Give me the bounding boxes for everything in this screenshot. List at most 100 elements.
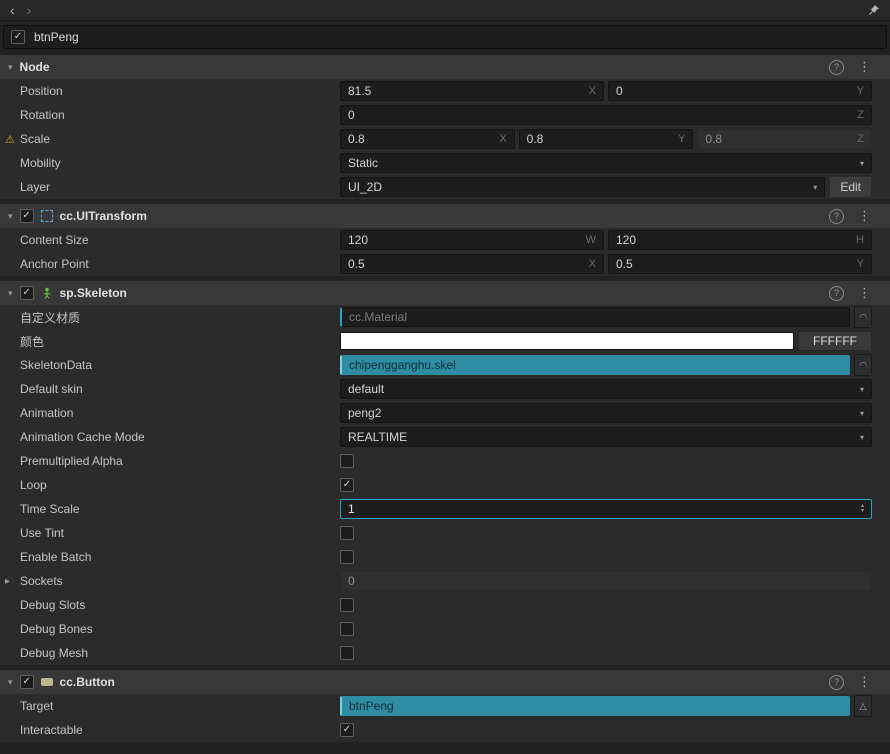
debug-slots-checkbox[interactable]	[340, 598, 354, 612]
debug-mesh-label: Debug Mesh	[20, 646, 89, 660]
property-row-animation: Animation peng2 ▾	[0, 401, 890, 425]
uitransform-enabled-checkbox[interactable]: ✓	[19, 209, 34, 223]
chevron-down-icon: ▾	[813, 182, 818, 192]
uitransform-section: ▾ ✓ cc.UITransform ? ⋮ Content Size 120 …	[0, 204, 890, 276]
premultiplied-alpha-checkbox[interactable]	[340, 454, 354, 468]
stepper-down-icon[interactable]: ▾	[861, 508, 864, 514]
asset-picker-icon[interactable]: ◠	[854, 306, 872, 328]
button-enabled-checkbox[interactable]: ✓	[19, 675, 34, 689]
animation-label: Animation	[20, 406, 74, 420]
asset-picker-icon[interactable]: ◠	[854, 354, 872, 376]
rotation-label: Rotation	[20, 108, 65, 122]
debug-mesh-checkbox[interactable]	[340, 646, 354, 660]
target-node-field[interactable]: btnPeng	[340, 696, 850, 716]
scale-x-input[interactable]: 0.8 X	[340, 129, 515, 149]
property-row-interactable: Interactable ✓	[0, 718, 890, 742]
property-row-enable-batch: Enable Batch	[0, 545, 890, 569]
cache-mode-select[interactable]: REALTIME ▾	[340, 427, 872, 447]
position-x-input[interactable]: 81.5 X	[340, 81, 604, 101]
chevron-down-icon[interactable]: ▾	[8, 288, 13, 299]
menu-dots-icon[interactable]: ⋮	[858, 208, 871, 224]
layer-select[interactable]: UI_2D ▾	[340, 177, 826, 197]
color-swatch[interactable]	[340, 332, 794, 350]
node-picker-icon[interactable]: △	[854, 695, 872, 717]
enable-batch-checkbox[interactable]	[340, 550, 354, 564]
rotation-z-input[interactable]: 0 Z	[340, 105, 872, 125]
property-row-debug-bones: Debug Bones	[0, 617, 890, 641]
section-title-uitransform: cc.UITransform	[59, 209, 147, 223]
debug-slots-label: Debug Slots	[20, 598, 86, 612]
content-size-h-input[interactable]: 120 H	[608, 230, 872, 250]
anchor-x-input[interactable]: 0.5 X	[340, 254, 604, 274]
node-section-header[interactable]: ▾ Node ? ⋮	[0, 55, 890, 79]
property-row-position: Position 81.5 X 0 Y	[0, 79, 890, 103]
help-icon[interactable]: ?	[829, 674, 844, 690]
loop-label: Loop	[20, 478, 47, 492]
color-hex-value[interactable]: FFFFFF	[798, 331, 872, 351]
axis-z-label: Z	[857, 133, 865, 145]
forward-icon[interactable]: ›	[27, 1, 32, 19]
button-section-header[interactable]: ▾ ✓ cc.Button ? ⋮	[0, 670, 890, 694]
axis-x-label: X	[588, 85, 596, 97]
chevron-down-icon[interactable]: ▾	[8, 677, 13, 688]
debug-bones-label: Debug Bones	[20, 622, 93, 636]
chevron-down-icon[interactable]: ▾	[8, 211, 13, 222]
scale-z-input[interactable]: 0.8 Z	[697, 129, 873, 149]
animation-select[interactable]: peng2 ▾	[340, 403, 872, 423]
skeleton-section-header[interactable]: ▾ ✓ sp.Skeleton ? ⋮	[0, 281, 890, 305]
scale-label: ⚠ Scale	[5, 132, 51, 146]
node-section: ▾ Node ? ⋮ Position 81.5 X 0 Y Rotation …	[0, 55, 890, 199]
chevron-down-icon: ▾	[859, 384, 864, 394]
interactable-checkbox[interactable]: ✓	[340, 723, 354, 737]
node-name-input[interactable]: btnPeng	[34, 30, 879, 44]
interactable-label: Interactable	[20, 723, 83, 737]
loop-checkbox[interactable]: ✓	[340, 478, 354, 492]
menu-dots-icon[interactable]: ⋮	[858, 285, 871, 301]
position-label: Position	[20, 84, 63, 98]
help-icon[interactable]: ?	[829, 59, 844, 75]
skeleton-data-field[interactable]: chipengganghu.skel	[340, 355, 850, 375]
help-icon[interactable]: ?	[829, 285, 844, 301]
uitransform-section-header[interactable]: ▾ ✓ cc.UITransform ? ⋮	[0, 204, 890, 228]
chevron-down-icon[interactable]: ▾	[8, 62, 13, 73]
axis-w-label: W	[585, 234, 596, 246]
sockets-count-input[interactable]: 0	[340, 571, 872, 591]
property-row-cache-mode: Animation Cache Mode REALTIME ▾	[0, 425, 890, 449]
default-skin-select[interactable]: default ▾	[340, 379, 872, 399]
position-y-input[interactable]: 0 Y	[608, 81, 872, 101]
chevron-right-icon[interactable]: ▸	[5, 576, 20, 587]
number-stepper[interactable]: ▴ ▾	[861, 503, 864, 514]
property-row-layer: Layer UI_2D ▾ Edit	[0, 175, 890, 199]
property-row-premultiplied-alpha: Premultiplied Alpha	[0, 449, 890, 473]
node-active-checkbox[interactable]: ✓	[11, 30, 25, 44]
axis-y-label: Y	[678, 133, 686, 145]
axis-y-label: Y	[856, 258, 864, 270]
property-row-target: Target btnPeng △	[0, 694, 890, 718]
pin-icon[interactable]	[868, 4, 880, 16]
property-row-color: 颜色 FFFFFF	[0, 329, 890, 353]
color-label: 颜色	[20, 334, 45, 349]
sockets-label[interactable]: ▸ Sockets	[0, 574, 340, 588]
anchor-point-label: Anchor Point	[20, 257, 89, 271]
section-title-node: Node	[19, 60, 50, 74]
section-title-button: cc.Button	[59, 675, 115, 689]
property-row-debug-slots: Debug Slots	[0, 593, 890, 617]
use-tint-checkbox[interactable]	[340, 526, 354, 540]
debug-bones-checkbox[interactable]	[340, 622, 354, 636]
custom-material-field[interactable]: cc.Material	[340, 307, 850, 327]
layer-edit-button[interactable]: Edit	[829, 176, 872, 198]
scale-y-input[interactable]: 0.8 Y	[518, 129, 694, 149]
menu-dots-icon[interactable]: ⋮	[858, 674, 871, 690]
skeleton-enabled-checkbox[interactable]: ✓	[19, 286, 34, 300]
time-scale-input[interactable]: 1 ▴ ▾	[340, 499, 872, 519]
mobility-select[interactable]: Static ▾	[340, 153, 872, 173]
anchor-y-input[interactable]: 0.5 Y	[608, 254, 872, 274]
property-row-mobility: Mobility Static ▾	[0, 151, 890, 175]
back-icon[interactable]: ‹	[10, 1, 15, 19]
skeleton-data-label: SkeletonData	[20, 358, 93, 372]
chevron-down-icon: ▾	[859, 158, 864, 168]
menu-dots-icon[interactable]: ⋮	[858, 59, 871, 75]
help-icon[interactable]: ?	[829, 208, 844, 224]
skeleton-section: ▾ ✓ sp.Skeleton ? ⋮ 自定义材质 cc.Material ◠ …	[0, 281, 890, 665]
content-size-w-input[interactable]: 120 W	[340, 230, 604, 250]
